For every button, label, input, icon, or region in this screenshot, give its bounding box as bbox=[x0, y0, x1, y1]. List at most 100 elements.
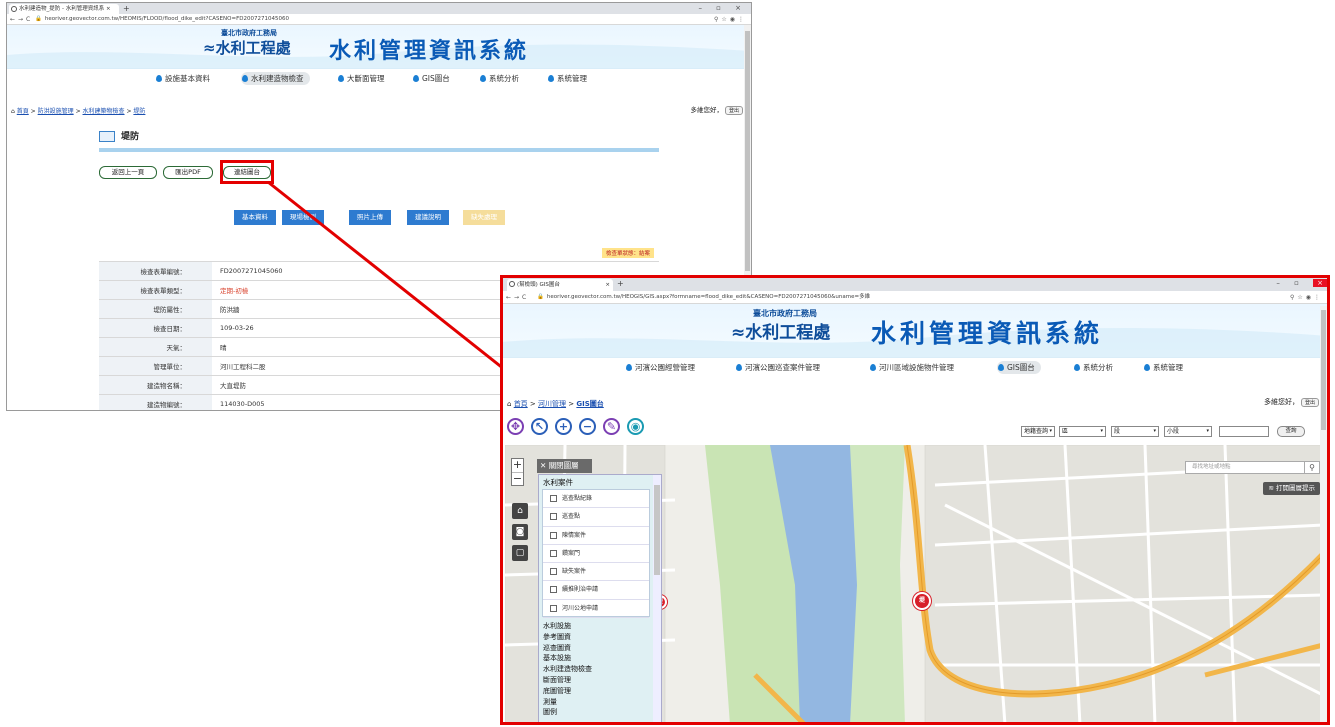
layer-item[interactable]: 鑽案門 bbox=[543, 545, 649, 564]
menu-item-admin[interactable]: 系統管理 bbox=[547, 72, 587, 85]
drop-icon bbox=[1074, 364, 1080, 371]
menu-item-river-facility[interactable]: 河川區域設施物件管理 bbox=[869, 361, 954, 374]
menu-item-admin[interactable]: 系統管理 bbox=[1143, 361, 1183, 374]
menu-item-facility[interactable]: 設施基本資料 bbox=[155, 72, 210, 85]
breadcrumb-home[interactable]: 首頁 bbox=[514, 400, 528, 408]
layer-group-item[interactable]: 水利建造物檢查 bbox=[543, 664, 592, 675]
tab-basic-info[interactable]: 基本資料 bbox=[234, 210, 276, 225]
drop-icon bbox=[870, 364, 876, 371]
logout-button[interactable]: 登出 bbox=[1300, 398, 1319, 407]
logo-text: 水利工程處 bbox=[215, 39, 291, 57]
menu-item-park-patrol[interactable]: 河濱公園巡查案件管理 bbox=[735, 361, 820, 374]
layer-scrollbar[interactable] bbox=[653, 475, 661, 722]
checkbox[interactable] bbox=[550, 586, 557, 594]
tab-field-inspection[interactable]: 現場檢測 bbox=[282, 210, 324, 225]
checkbox[interactable] bbox=[550, 549, 557, 557]
layer-item[interactable]: 陳情案件 bbox=[543, 527, 649, 545]
open-layer-hint-button[interactable]: ≋ 打開圖層提示 bbox=[1263, 482, 1320, 495]
tab-defect[interactable]: 缺失處理 bbox=[463, 210, 505, 225]
logout-button[interactable]: 登出 bbox=[724, 106, 743, 115]
browser-actions[interactable]: ⚲☆◉⋮ bbox=[714, 14, 747, 25]
breadcrumb-gis[interactable]: GIS圖台 bbox=[576, 400, 603, 408]
new-tab-icon[interactable]: + bbox=[617, 278, 624, 289]
new-tab-icon[interactable]: + bbox=[123, 3, 130, 14]
layer-item[interactable]: 缺失案件 bbox=[543, 563, 649, 582]
breadcrumb-flood[interactable]: 防洪設施管理 bbox=[38, 108, 74, 115]
tab-suggestion[interactable]: 建議說明 bbox=[407, 210, 449, 225]
breadcrumb-dike[interactable]: 堤防 bbox=[133, 108, 145, 115]
layer-group-item[interactable]: 斷面管理 bbox=[543, 675, 592, 686]
page-title: 堤防 bbox=[99, 129, 139, 142]
browser-tab[interactable]: 水利建造物_提防 - 水利管理資訊系 × bbox=[9, 4, 119, 14]
breadcrumb-inspection[interactable]: 水利建築物檢查 bbox=[83, 108, 125, 115]
nav-buttons[interactable]: ←→C bbox=[506, 291, 529, 304]
clear-tool-icon[interactable]: ✎ bbox=[603, 418, 620, 435]
lot-number-input[interactable] bbox=[1219, 426, 1269, 437]
zoom-out-icon[interactable]: − bbox=[512, 472, 523, 485]
map-search-input[interactable]: 尋找地址或地點 ⚲ bbox=[1185, 461, 1320, 474]
url-text[interactable]: heoriver.geovector.com.tw/HEOMIS/FLOOD/f… bbox=[45, 16, 289, 22]
close-window-icon[interactable]: × bbox=[1313, 279, 1327, 287]
window-controls[interactable]: – ▫ × bbox=[698, 3, 747, 13]
scrollbar-thumb[interactable] bbox=[745, 31, 750, 271]
close-layers-button[interactable]: ✕ 關閉圖層 bbox=[537, 459, 592, 473]
district-select[interactable]: 區 ▾ bbox=[1059, 426, 1106, 437]
menu-item-park-mgmt[interactable]: 河濱公園經營管理 bbox=[625, 361, 695, 374]
subsection-select[interactable]: 小段 ▾ bbox=[1164, 426, 1212, 437]
status-badge: 檢查單狀態：結案 bbox=[601, 248, 654, 258]
zoom-out-tool-icon[interactable]: − bbox=[579, 418, 596, 435]
address-bar[interactable]: ←→C 🔒 heoriver.geovector.com.tw/HEOMIS/FL… bbox=[7, 14, 751, 25]
layer-group-item[interactable]: 參考圖資 bbox=[543, 632, 592, 643]
window-controls[interactable]: – ▫ × bbox=[1276, 278, 1327, 288]
zoom-in-tool-icon[interactable]: + bbox=[555, 418, 572, 435]
checkbox[interactable] bbox=[550, 495, 557, 502]
menu-item-inspection[interactable]: 水利建造物檢查 bbox=[241, 72, 310, 85]
browser-actions[interactable]: ⚲☆◉⋮ bbox=[1290, 291, 1323, 304]
checkbox[interactable] bbox=[550, 604, 557, 612]
menu-item-gis[interactable]: GIS圖台 bbox=[412, 72, 450, 85]
address-bar[interactable]: ←→C 🔒 heoriver.geovector.com.tw/HEOGIS/GI… bbox=[503, 291, 1327, 304]
export-pdf-button[interactable]: 匯出PDF bbox=[163, 166, 213, 179]
tab-strip: 水利建造物_提防 - 水利管理資訊系 × + – ▫ × bbox=[7, 3, 751, 14]
fullscreen-icon[interactable]: ▢ bbox=[512, 545, 528, 561]
layer-group-item[interactable]: 水利設施 bbox=[543, 621, 592, 632]
layer-item[interactable]: 河川公地申請 bbox=[543, 600, 649, 619]
menu-item-section[interactable]: 大斷面管理 bbox=[337, 72, 385, 85]
pan-tool-icon[interactable]: ✥ bbox=[507, 418, 524, 435]
select-tool-icon[interactable]: ↖ bbox=[531, 418, 548, 435]
layer-item[interactable]: 續推則治申請 bbox=[543, 581, 649, 600]
checkbox[interactable] bbox=[550, 531, 557, 539]
query-button[interactable]: 查詢 bbox=[1277, 426, 1305, 437]
checkbox[interactable] bbox=[550, 568, 557, 576]
layer-item[interactable]: 巡查點 bbox=[543, 508, 649, 527]
breadcrumb-river[interactable]: 河川管理 bbox=[538, 400, 566, 408]
zoom-in-icon[interactable]: + bbox=[512, 459, 523, 472]
scrollbar-thumb[interactable] bbox=[1321, 310, 1326, 430]
menu-item-analysis[interactable]: 系統分析 bbox=[1073, 361, 1113, 374]
nav-buttons[interactable]: ←→C bbox=[10, 14, 33, 25]
scrollbar-thumb[interactable] bbox=[654, 485, 660, 575]
query-type-select[interactable]: 地籍查詢 ▾ bbox=[1021, 426, 1055, 437]
case-marker-icon[interactable]: 堤 bbox=[913, 592, 931, 610]
home-view-icon[interactable]: ⌂ bbox=[512, 503, 528, 519]
section-select[interactable]: 段 ▾ bbox=[1111, 426, 1159, 437]
layer-group-item[interactable]: 圖例 bbox=[543, 707, 592, 718]
checkbox[interactable] bbox=[550, 513, 557, 521]
menu-item-gis[interactable]: GIS圖台 bbox=[997, 361, 1041, 374]
view-tool-icon[interactable]: ◉ bbox=[627, 418, 644, 435]
url-text[interactable]: heoriver.geovector.com.tw/HEOGIS/GIS.asp… bbox=[547, 294, 870, 300]
close-tab-icon[interactable]: × bbox=[605, 279, 610, 291]
breadcrumb-home[interactable]: 首頁 bbox=[17, 108, 29, 115]
back-button[interactable]: 返回上一頁 bbox=[99, 166, 157, 179]
tab-photo-upload[interactable]: 照片上傳 bbox=[349, 210, 391, 225]
browser-tab[interactable]: (幫檢頭) GIS圖台 × bbox=[507, 279, 613, 291]
menu-item-analysis[interactable]: 系統分析 bbox=[479, 72, 519, 85]
layer-group-item[interactable]: 底圖管理 bbox=[543, 686, 592, 697]
camera-icon[interactable]: ◙ bbox=[512, 524, 528, 540]
scrollbar[interactable] bbox=[1320, 306, 1327, 722]
layer-group-item[interactable]: 巡查圖資 bbox=[543, 643, 592, 654]
layer-item[interactable]: 巡查點紀錄 bbox=[543, 490, 649, 509]
layer-group-item[interactable]: 測量 bbox=[543, 697, 592, 708]
layer-group-item[interactable]: 基本設施 bbox=[543, 653, 592, 664]
search-icon[interactable]: ⚲ bbox=[1304, 461, 1320, 474]
